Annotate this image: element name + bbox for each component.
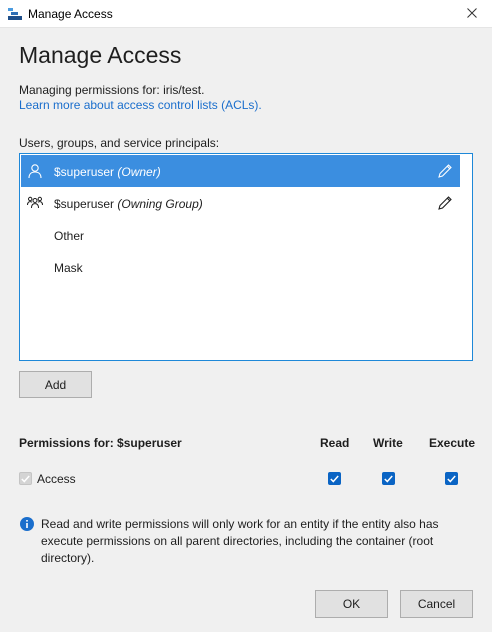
execute-checkbox[interactable] bbox=[445, 472, 458, 485]
learn-more-link[interactable]: Learn more about access control lists (A… bbox=[19, 98, 262, 112]
checkmark-icon bbox=[21, 472, 30, 486]
column-read: Read bbox=[320, 436, 350, 450]
storage-explorer-icon bbox=[7, 6, 23, 22]
user-icon bbox=[27, 163, 43, 179]
list-item-mask[interactable]: Mask bbox=[21, 251, 460, 283]
write-checkbox[interactable] bbox=[382, 472, 395, 485]
principal-name: Other bbox=[54, 229, 85, 243]
window-title: Manage Access bbox=[28, 7, 113, 21]
group-icon bbox=[27, 195, 43, 211]
list-item-superuser-owner[interactable]: $superuser (Owner) bbox=[21, 155, 460, 187]
ok-button[interactable]: OK bbox=[315, 590, 388, 618]
list-item-superuser-group[interactable]: $superuser (Owning Group) bbox=[21, 187, 460, 219]
principal-name: $superuser bbox=[54, 165, 115, 179]
access-label: Access bbox=[37, 472, 76, 486]
cancel-button[interactable]: Cancel bbox=[400, 590, 473, 618]
list-item-other[interactable]: Other bbox=[21, 219, 460, 251]
column-write: Write bbox=[373, 436, 403, 450]
principal-role: (Owner) bbox=[117, 165, 161, 179]
pencil-icon[interactable] bbox=[437, 163, 453, 179]
principals-list-label: Users, groups, and service principals: bbox=[19, 136, 220, 150]
page-title: Manage Access bbox=[19, 42, 182, 68]
permissions-title: Permissions for: $superuser bbox=[19, 436, 182, 450]
close-button[interactable] bbox=[452, 0, 492, 28]
add-button[interactable]: Add bbox=[19, 371, 92, 398]
info-message: Read and write permissions will only wor… bbox=[41, 517, 439, 565]
read-checkbox[interactable] bbox=[328, 472, 341, 485]
principal-role: (Owning Group) bbox=[117, 197, 203, 211]
checkmark-icon bbox=[384, 472, 393, 486]
principals-list[interactable]: $superuser (Owner) $superuser (Owning Gr… bbox=[19, 153, 473, 361]
checkmark-icon bbox=[447, 472, 456, 486]
managing-text: Managing permissions for: iris/test. bbox=[19, 83, 205, 97]
pencil-icon[interactable] bbox=[437, 195, 453, 211]
checkmark-icon bbox=[330, 472, 339, 486]
principal-label: $superuser (Owner) bbox=[54, 165, 161, 179]
title-bar: Manage Access bbox=[0, 0, 492, 28]
principal-name: $superuser bbox=[54, 197, 115, 211]
column-execute: Execute bbox=[429, 436, 476, 450]
info-icon bbox=[20, 517, 34, 531]
close-icon bbox=[467, 7, 477, 21]
access-enabled-checkbox bbox=[19, 472, 32, 485]
principal-name: Mask bbox=[54, 261, 83, 275]
principal-label: $superuser (Owning Group) bbox=[54, 197, 203, 211]
